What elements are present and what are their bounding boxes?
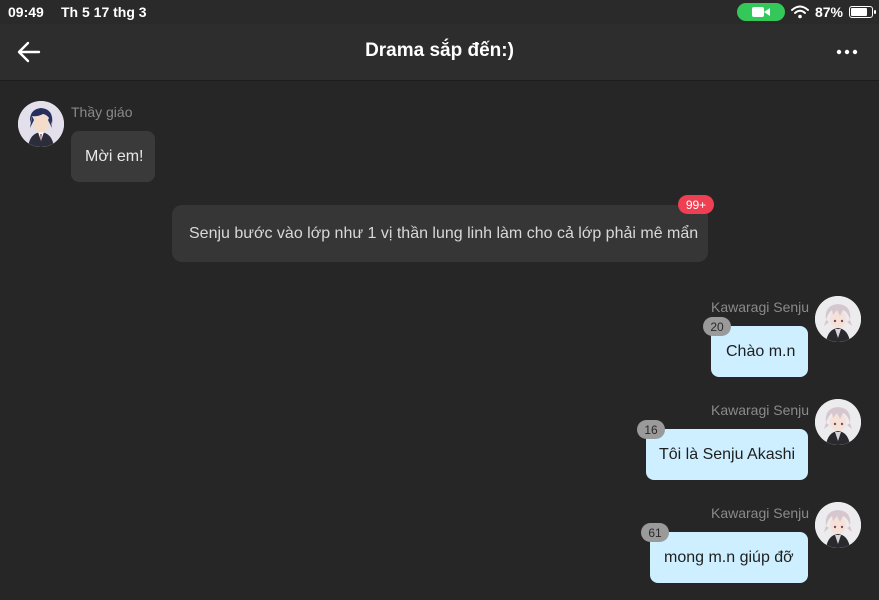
status-bar: 09:49 Th 5 17 thg 3 87%	[0, 0, 879, 24]
battery-percent: 87%	[814, 4, 843, 20]
narration-text: Senju bước vào lớp như 1 vị thần lung li…	[189, 224, 699, 242]
avatar-senju[interactable]	[815, 296, 861, 342]
chat-screen: 09:49 Th 5 17 thg 3 87% Drama sắp đến:) …	[0, 0, 879, 600]
like-count-badge[interactable]: 61	[641, 523, 669, 542]
avatar-senju[interactable]	[815, 399, 861, 445]
status-time: 09:49	[8, 4, 44, 20]
message-text: Tôi là Senju Akashi	[659, 445, 796, 463]
sender-name: Thầy giáo	[71, 104, 133, 120]
message-bubble[interactable]: Tôi là Senju Akashi	[646, 429, 808, 480]
like-count-badge[interactable]: 20	[703, 317, 731, 336]
sender-name: Kawaragi Senju	[711, 299, 810, 315]
chat-title: Drama sắp đến:)	[365, 40, 514, 61]
message-text: Chào m.n	[726, 342, 796, 360]
message-text: mong m.n giúp đỡ	[664, 548, 794, 566]
status-date: Th 5 17 thg 3	[61, 4, 147, 20]
chat-header: Drama sắp đến:)	[0, 24, 879, 81]
more-dots-icon	[836, 49, 858, 55]
status-right-group: 87%	[736, 3, 876, 21]
sender-name: Kawaragi Senju	[711, 402, 810, 418]
battery-fill	[851, 8, 867, 16]
message-bubble[interactable]: Mời em!	[71, 131, 155, 182]
like-count-badge[interactable]: 99+	[678, 195, 714, 214]
narration-bubble[interactable]: Senju bước vào lớp như 1 vị thần lung li…	[172, 205, 708, 262]
more-options-button[interactable]	[833, 38, 861, 66]
camera-icon	[736, 3, 785, 21]
avatar-senju[interactable]	[815, 502, 861, 548]
message-text: Mời em!	[85, 147, 144, 165]
battery-icon	[849, 6, 876, 18]
sender-name: Kawaragi Senju	[711, 505, 810, 521]
avatar-teacher[interactable]	[18, 101, 64, 147]
like-count-badge[interactable]: 16	[637, 420, 665, 439]
message-bubble[interactable]: mong m.n giúp đỡ	[650, 532, 808, 583]
wifi-icon	[790, 5, 809, 19]
